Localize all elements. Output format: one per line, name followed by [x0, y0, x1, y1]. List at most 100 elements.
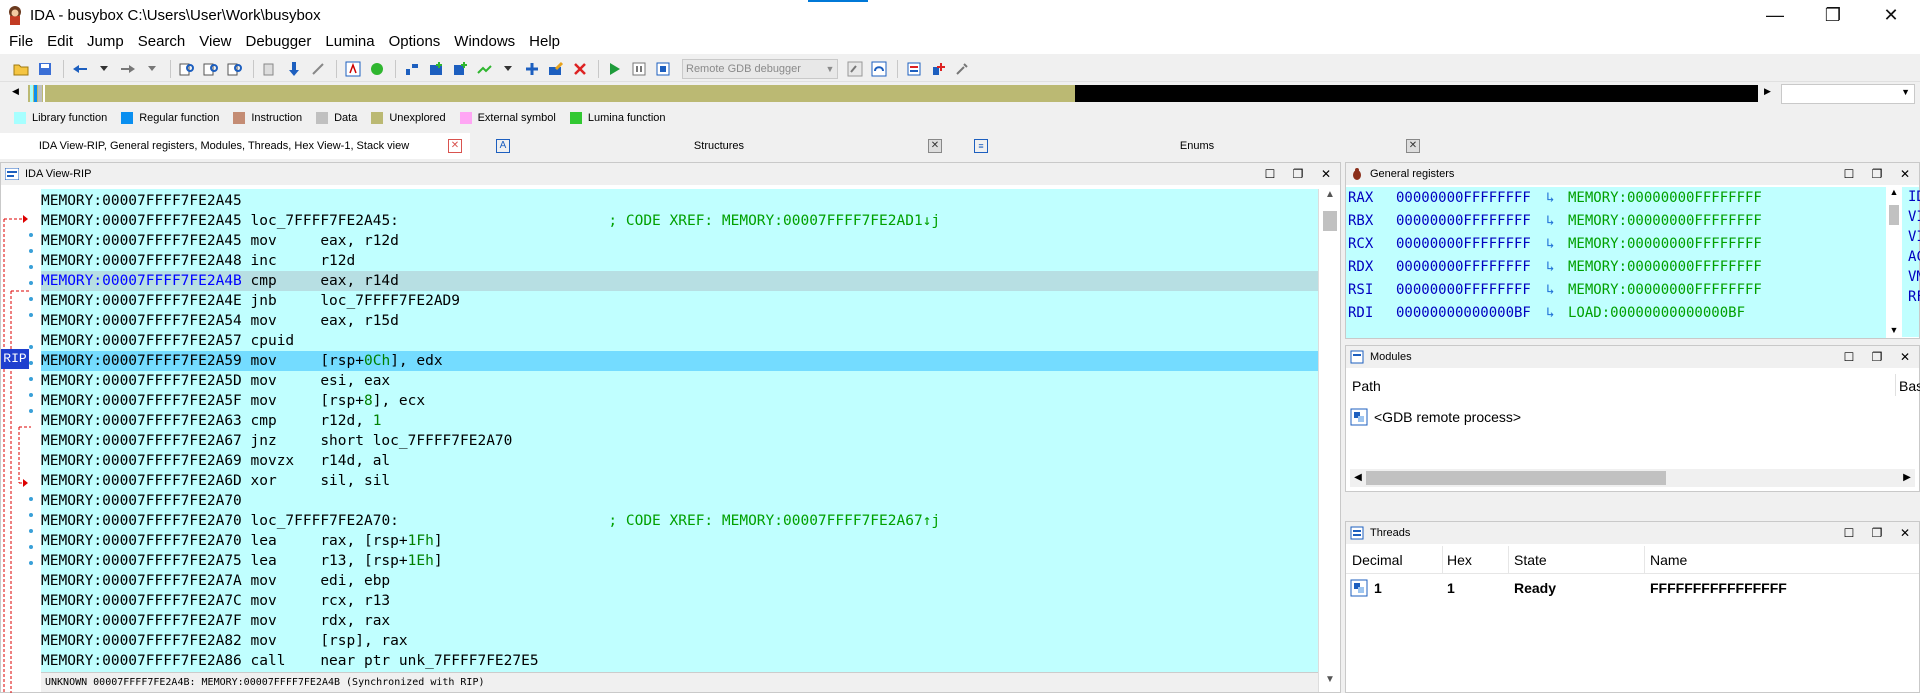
restore-button[interactable]: ❐: [1804, 0, 1862, 30]
breakpoint-list-icon[interactable]: [903, 58, 925, 80]
column-header-name[interactable]: Name: [1650, 552, 1687, 568]
scroll-up-icon[interactable]: ▲: [1319, 189, 1341, 207]
disassembly-line[interactable]: MEMORY:00007FFFF7FE2A63 cmp r12d, 1: [41, 411, 1318, 431]
search-binary-icon[interactable]: [200, 58, 222, 80]
menu-options[interactable]: Options: [382, 30, 448, 54]
registers-scrollbar[interactable]: ▲ ▼: [1886, 187, 1902, 337]
step-over-icon[interactable]: [868, 58, 890, 80]
delete-x-icon[interactable]: [569, 58, 591, 80]
menu-edit[interactable]: Edit: [40, 30, 80, 54]
disassembly-line[interactable]: MEMORY:00007FFFF7FE2A69 movzx r14d, al: [41, 451, 1318, 471]
maximize-icon[interactable]: ☐: [1835, 526, 1863, 540]
tools-icon[interactable]: [951, 58, 973, 80]
disassembly-line[interactable]: MEMORY:00007FFFF7FE2A5F mov [rsp+8], ecx: [41, 391, 1318, 411]
disassembly-view[interactable]: RIP MEMORY:00007FFFF7FE2A45 MEMORY:00007F…: [1, 189, 1340, 693]
disassembly-line[interactable]: MEMORY:00007FFFF7FE2A75 lea r13, [rsp+1Eh]: [41, 551, 1318, 571]
graph-icon[interactable]: [401, 58, 423, 80]
scroll-left-icon[interactable]: ◀: [1350, 469, 1366, 487]
register-row[interactable]: RAX 00000000FFFFFFFF ↳ MEMORY:00000000FFFFF…: [1346, 187, 1886, 210]
debugger-select[interactable]: Remote GDB debugger ▼: [682, 58, 838, 79]
undefine-icon[interactable]: [307, 58, 329, 80]
add-breakpoint-icon[interactable]: [927, 58, 949, 80]
disassembly-line[interactable]: MEMORY:00007FFFF7FE2A45 loc_7FFFF7FE2A45:…: [41, 211, 1318, 231]
scroll-down-icon[interactable]: ▼: [1886, 325, 1902, 335]
float-icon[interactable]: ❐: [1284, 167, 1312, 181]
column-header-path[interactable]: Path: [1352, 378, 1381, 394]
column-header-decimal[interactable]: Decimal: [1352, 552, 1403, 568]
pause-icon[interactable]: [628, 58, 650, 80]
disassembly-line[interactable]: MEMORY:00007FFFF7FE2A7C mov rcx, r13: [41, 591, 1318, 611]
disassembly-line[interactable]: MEMORY:00007FFFF7FE2A57 cpuid: [41, 331, 1318, 351]
registers-list[interactable]: RAX 00000000FFFFFFFF ↳ MEMORY:00000000FFFFF…: [1346, 187, 1886, 338]
flags-list[interactable]: ID VI VI AC VM RF: [1902, 187, 1920, 337]
enum-add-icon[interactable]: [449, 58, 471, 80]
disassembly-line[interactable]: MEMORY:00007FFFF7FE2A5D mov esi, eax: [41, 371, 1318, 391]
float-icon[interactable]: ❐: [1863, 526, 1891, 540]
disassembly-line[interactable]: MEMORY:00007FFFF7FE2A59 mov [rsp+0Ch], edx: [41, 351, 1318, 371]
segment-select[interactable]: ▼: [1781, 84, 1915, 104]
table-row[interactable]: 1 1 Ready FFFFFFFFFFFFFFFF: [1346, 576, 1919, 600]
function-dropdown-icon[interactable]: [497, 58, 519, 80]
structure-add-icon[interactable]: [425, 58, 447, 80]
disassembly-line[interactable]: MEMORY:00007FFFF7FE2A45 mov eax, r12d: [41, 231, 1318, 251]
close-icon[interactable]: ✕: [928, 139, 942, 153]
menu-view[interactable]: View: [192, 30, 238, 54]
search-immediate-icon[interactable]: [224, 58, 246, 80]
disassembly-line[interactable]: MEMORY:00007FFFF7FE2A45: [41, 191, 1318, 211]
menu-debugger[interactable]: Debugger: [239, 30, 319, 54]
close-icon[interactable]: ✕: [1891, 167, 1919, 181]
disassembly-line[interactable]: MEMORY:00007FFFF7FE2A67 jnz short loc_7FFF…: [41, 431, 1318, 451]
scroll-right-icon[interactable]: ▶: [1899, 469, 1915, 487]
scroll-down-icon[interactable]: ▼: [1319, 674, 1341, 692]
menu-help[interactable]: Help: [522, 30, 567, 54]
register-row[interactable]: RBX 00000000FFFFFFFF ↳ MEMORY:00000000FFFFF…: [1346, 210, 1886, 233]
vertical-scrollbar[interactable]: ▲ ▼: [1318, 189, 1340, 692]
menu-search[interactable]: Search: [131, 30, 193, 54]
menu-windows[interactable]: Windows: [447, 30, 522, 54]
menu-file[interactable]: File: [2, 30, 40, 54]
forward-dropdown-icon[interactable]: [141, 58, 163, 80]
disassembly-line[interactable]: MEMORY:00007FFFF7FE2A82 mov [rsp], rax: [41, 631, 1318, 651]
disassembly-line[interactable]: MEMORY:00007FFFF7FE2A86 call near ptr unk_…: [41, 651, 1318, 671]
close-icon[interactable]: ✕: [1406, 139, 1420, 153]
disassembly-line[interactable]: MEMORY:00007FFFF7FE2A6D xor sil, sil: [41, 471, 1318, 491]
register-row[interactable]: RDX 00000000FFFFFFFF ↳ MEMORY:00000000FFFFF…: [1346, 256, 1886, 279]
close-icon[interactable]: ✕: [448, 139, 462, 153]
close-icon[interactable]: ✕: [1891, 526, 1919, 540]
maximize-icon[interactable]: ☐: [1256, 167, 1284, 181]
tab-structures[interactable]: A Structures ✕: [490, 133, 950, 159]
save-icon[interactable]: [34, 58, 56, 80]
open-folder-icon[interactable]: [10, 58, 32, 80]
disassembly-line[interactable]: MEMORY:00007FFFF7FE2A4B cmp eax, r14d: [41, 271, 1318, 291]
column-header-state[interactable]: State: [1514, 552, 1547, 568]
text-font-icon[interactable]: [342, 58, 364, 80]
back-dropdown-icon[interactable]: [93, 58, 115, 80]
back-arrow-icon[interactable]: [69, 58, 91, 80]
menu-jump[interactable]: Jump: [80, 30, 131, 54]
nav-right-arrow-icon[interactable]: ▶: [1764, 86, 1771, 97]
register-row[interactable]: RCX 00000000FFFFFFFF ↳ MEMORY:00000000FFFFF…: [1346, 233, 1886, 256]
forward-arrow-icon[interactable]: [117, 58, 139, 80]
disassembly-line[interactable]: MEMORY:00007FFFF7FE2A48 inc r12d: [41, 251, 1318, 271]
close-window-button[interactable]: ✕: [1862, 0, 1920, 30]
scroll-thumb[interactable]: [1366, 471, 1666, 485]
stop-icon[interactable]: [652, 58, 674, 80]
disassembly-line[interactable]: MEMORY:00007FFFF7FE2A7F mov rdx, rax: [41, 611, 1318, 631]
float-icon[interactable]: ❐: [1863, 167, 1891, 181]
green-circle-icon[interactable]: [366, 58, 388, 80]
scroll-thumb[interactable]: [1889, 205, 1899, 225]
maximize-icon[interactable]: ☐: [1835, 350, 1863, 364]
register-row[interactable]: RDI 00000000000000BF ↳ LOAD:00000000000000B…: [1346, 302, 1886, 325]
horizontal-scrollbar[interactable]: ◀ ▶: [1350, 469, 1915, 487]
search-next-icon[interactable]: [259, 58, 281, 80]
download-arrow-icon[interactable]: [283, 58, 305, 80]
xref-icon[interactable]: [521, 58, 543, 80]
modules-list[interactable]: Path Bas <GDB remote process> ◀ ▶: [1346, 370, 1920, 491]
disassembly-line[interactable]: MEMORY:00007FFFF7FE2A4E jnb loc_7FFFF7FE2A…: [41, 291, 1318, 311]
disassembly-line[interactable]: MEMORY:00007FFFF7FE2A7A mov edi, ebp: [41, 571, 1318, 591]
disassembly-line[interactable]: MEMORY:00007FFFF7FE2A54 mov eax, r15d: [41, 311, 1318, 331]
menu-lumina[interactable]: Lumina: [318, 30, 381, 54]
disassembly-line[interactable]: MEMORY:00007FFFF7FE2A70: [41, 491, 1318, 511]
close-icon[interactable]: ✕: [1891, 350, 1919, 364]
register-row[interactable]: RSI 00000000FFFFFFFF ↳ MEMORY:00000000FFFFF…: [1346, 279, 1886, 302]
